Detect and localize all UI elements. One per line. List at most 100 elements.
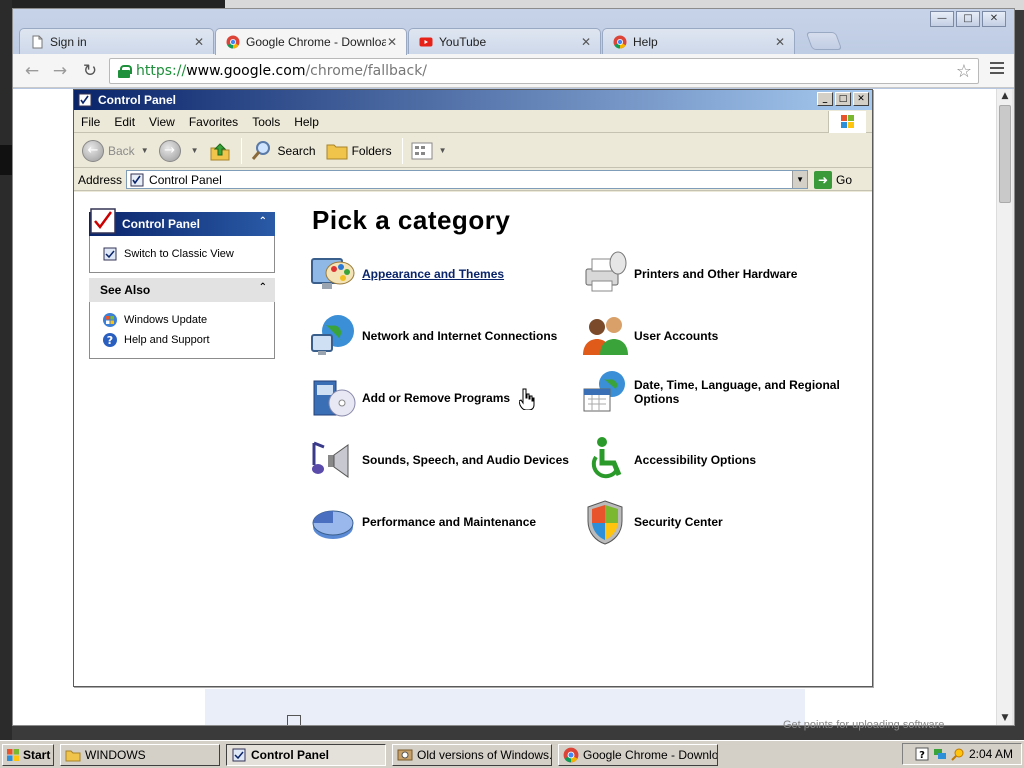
see-also-header[interactable]: See Also ⌃: [89, 278, 275, 302]
taskbar-button-old-versions[interactable]: Old versions of Windows...: [392, 743, 552, 766]
category-add-remove-programs[interactable]: Add or Remove Programs: [308, 373, 510, 423]
control-panel-icon: [78, 93, 92, 107]
cp-close-button[interactable]: ✕: [853, 92, 869, 106]
collapse-chevron-icon[interactable]: ⌃: [259, 282, 267, 293]
taskbar-button-windows[interactable]: WINDOWS: [60, 743, 220, 766]
category-network-internet[interactable]: Network and Internet Connections: [308, 311, 557, 361]
control-panel-content: Control Panel ⌃ Switch to Classic View S…: [74, 192, 872, 686]
menu-tools[interactable]: Tools: [245, 115, 287, 129]
add-remove-programs-icon: [313, 380, 356, 417]
address-field[interactable]: Control Panel ▼: [126, 170, 809, 189]
menu-edit[interactable]: Edit: [107, 115, 142, 129]
address-value: Control Panel: [149, 172, 222, 187]
go-button[interactable]: ➜ Go: [814, 170, 852, 189]
tab-youtube[interactable]: YouTube ✕: [408, 28, 601, 54]
search-tray-icon[interactable]: [951, 747, 965, 761]
tab-close-icon[interactable]: ✕: [774, 35, 786, 49]
menu-view[interactable]: View: [142, 115, 182, 129]
menu-help[interactable]: Help: [287, 115, 326, 129]
chrome-menu-icon[interactable]: [990, 62, 1004, 77]
toolbar-separator: [240, 137, 242, 164]
network-tray-icon[interactable]: [933, 747, 947, 761]
new-tab-button[interactable]: [805, 32, 843, 50]
taskbar: Start WINDOWS Control Panel Old versions…: [0, 740, 1024, 768]
page-icon: [32, 35, 43, 48]
tab-sign-in[interactable]: Sign in ✕: [19, 28, 214, 54]
windows-update-icon: [103, 313, 117, 327]
page-scrollbar[interactable]: ▲ ▼: [996, 89, 1012, 725]
toolbar-separator: [401, 137, 403, 164]
windows-update-link[interactable]: Windows Update: [102, 310, 274, 330]
see-also-body: Windows Update ? Help and Support: [89, 302, 275, 359]
scroll-down-icon[interactable]: ▼: [1000, 713, 1010, 723]
help-support-link[interactable]: ? Help and Support: [102, 330, 274, 350]
category-date-time-regional[interactable]: Date, Time, Language, and Regional Optio…: [580, 367, 844, 417]
help-tray-icon[interactable]: ?: [915, 747, 929, 761]
category-sounds-speech-audio[interactable]: Sounds, Speech, and Audio Devices: [308, 435, 569, 485]
forward-button[interactable]: → ▼: [158, 139, 199, 162]
forward-arrow-icon[interactable]: →: [49, 60, 71, 82]
control-panel-titlebar[interactable]: Control Panel _ □ ✕: [74, 90, 872, 110]
window-title: Control Panel: [98, 93, 177, 107]
views-button[interactable]: ▼: [411, 141, 447, 161]
go-arrow-icon: ➜: [814, 170, 833, 189]
category-printers-hardware[interactable]: Printers and Other Hardware: [580, 249, 797, 299]
search-icon: [251, 140, 270, 160]
up-folder-button[interactable]: [209, 140, 231, 162]
tab-title: YouTube: [439, 34, 487, 49]
taskbar-button-control-panel[interactable]: Control Panel: [226, 743, 386, 766]
back-arrow-icon[interactable]: ←: [21, 60, 43, 82]
category-security-center[interactable]: Security Center: [580, 497, 723, 547]
user-accounts-icon: [583, 317, 628, 355]
start-button[interactable]: Start: [2, 743, 54, 766]
scroll-up-icon[interactable]: ▲: [1000, 91, 1010, 101]
category-user-accounts[interactable]: User Accounts: [580, 311, 718, 361]
chrome-icon: [563, 747, 579, 762]
cp-minimize-button[interactable]: _: [817, 92, 833, 106]
taskbar-button-google-chrome[interactable]: Google Chrome - Downlo...: [558, 743, 718, 766]
folders-button[interactable]: Folders: [326, 141, 392, 161]
search-button[interactable]: Search: [250, 140, 316, 162]
tab-close-icon[interactable]: ✕: [580, 35, 592, 49]
address-bar[interactable]: https://www.google.com/chrome/fallback/ …: [109, 58, 979, 84]
category-accessibility[interactable]: Accessibility Options: [580, 435, 756, 485]
menu-favorites[interactable]: Favorites: [182, 115, 245, 129]
tab-close-icon[interactable]: ✕: [193, 35, 205, 49]
task-pane-header[interactable]: Control Panel ⌃: [89, 208, 275, 236]
category-appearance-themes[interactable]: Appearance and Themes: [308, 249, 504, 299]
category-performance-maintenance[interactable]: Performance and Maintenance: [308, 497, 536, 547]
reload-icon[interactable]: ↻: [79, 60, 101, 82]
hand-cursor-icon: [519, 388, 535, 410]
control-panel-icon: [232, 748, 246, 761]
system-tray: ? 2:04 AM: [902, 743, 1022, 765]
minimize-button[interactable]: —: [930, 11, 954, 27]
speaker-note-icon: [312, 441, 349, 478]
menu-file[interactable]: File: [74, 115, 107, 129]
address-dropdown-icon[interactable]: ▼: [792, 171, 808, 188]
maximize-button[interactable]: □: [956, 11, 980, 27]
lock-icon: [118, 65, 132, 78]
menu-bar: File Edit View Favorites Tools Help: [74, 111, 872, 133]
tab-close-icon[interactable]: ✕: [386, 35, 398, 49]
tab-title: Sign in: [50, 34, 87, 49]
svg-text:?: ?: [919, 750, 925, 761]
clock[interactable]: 2:04 AM: [969, 747, 1013, 761]
bookmark-star-icon[interactable]: ☆: [956, 61, 972, 82]
collapse-chevron-icon[interactable]: ⌃: [259, 216, 267, 227]
program-icon: [397, 749, 413, 760]
cp-toolbar: ← Back ▼ → ▼ Search Folders ▼: [74, 134, 872, 168]
accessibility-icon: [591, 437, 622, 479]
tab-google-chrome[interactable]: Google Chrome - Download the Fast ✕: [215, 28, 407, 55]
control-panel-window: Control Panel _ □ ✕ File Edit View Favor…: [73, 89, 873, 687]
back-button[interactable]: ← Back ▼: [82, 139, 149, 162]
chrome-icon: [613, 35, 627, 48]
switch-classic-view-link[interactable]: Switch to Classic View: [102, 244, 274, 264]
close-button[interactable]: ✕: [982, 11, 1006, 27]
page-title: Pick a category: [312, 205, 511, 235]
cp-maximize-button[interactable]: □: [835, 92, 851, 106]
tab-help[interactable]: Help ✕: [602, 28, 795, 54]
scrollbar-thumb[interactable]: [999, 105, 1011, 203]
youtube-icon: [419, 37, 433, 46]
folder-icon: [65, 750, 81, 761]
browser-frame: — □ ✕ Sign in ✕ Google Chrome - Download…: [13, 9, 1014, 89]
